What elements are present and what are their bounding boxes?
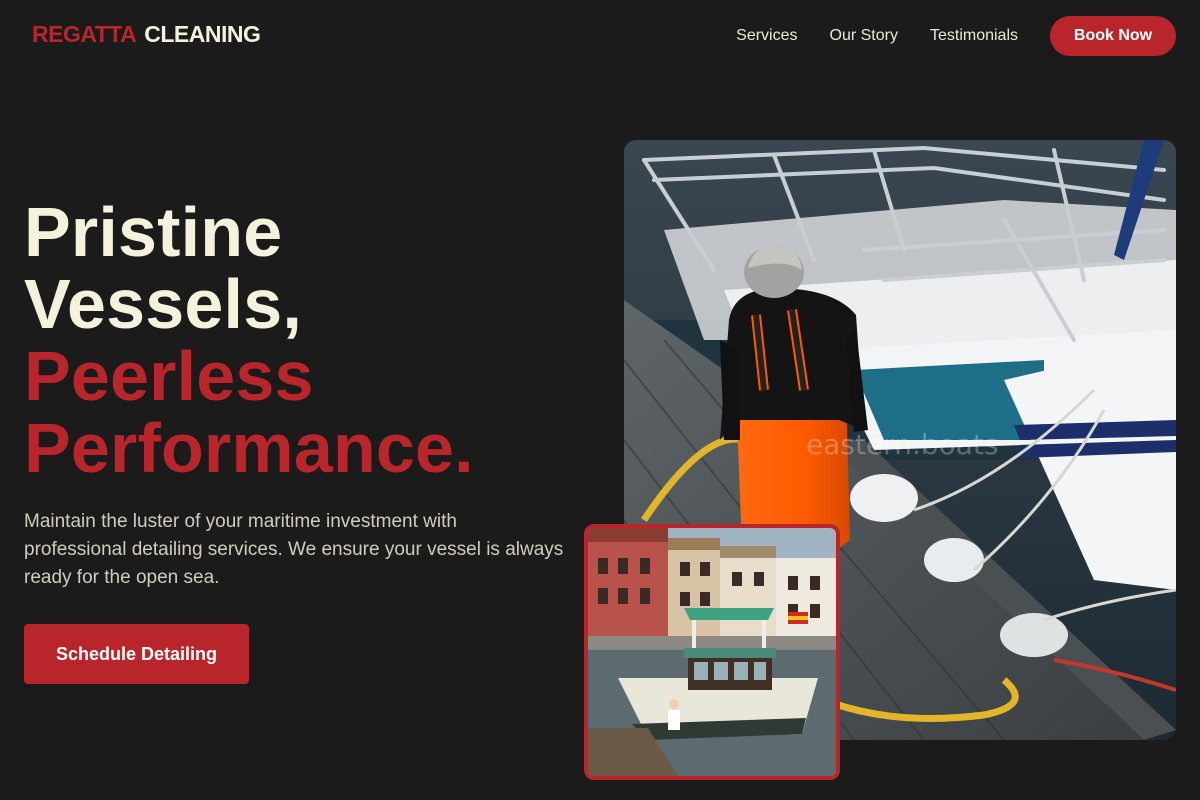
logo-word-regatta: REGATTA <box>32 21 137 47</box>
nav-link-our-story[interactable]: Our Story <box>830 16 898 56</box>
schedule-detailing-button[interactable]: Schedule Detailing <box>24 624 249 684</box>
site-header: REGATTA CLEANING Services Our Story Testi… <box>0 0 1200 72</box>
book-now-button[interactable]: Book Now <box>1050 16 1176 56</box>
logo-word-cleaning: CLEANING <box>144 21 261 47</box>
svg-text:eastern.boats: eastern.boats <box>806 428 998 461</box>
nav-link-services[interactable]: Services <box>736 16 797 56</box>
hero-title-line-2: Vessels, <box>24 265 302 343</box>
hero-subtitle: Maintain the luster of your maritime inv… <box>24 511 564 588</box>
nav-link-testimonials[interactable]: Testimonials <box>930 16 1018 56</box>
main-nav: Services Our Story Testimonials Book Now <box>736 16 1176 56</box>
hero-title-line-4: Performance. <box>24 409 474 487</box>
harbor-town-photo <box>584 524 840 780</box>
hero-title-line-1: Pristine <box>24 193 283 271</box>
hero-title-line-3: Peerless <box>24 337 314 415</box>
hero-title: Pristine Vessels, Peerless Performance. <box>24 196 474 484</box>
logo[interactable]: REGATTA CLEANING <box>32 21 261 48</box>
